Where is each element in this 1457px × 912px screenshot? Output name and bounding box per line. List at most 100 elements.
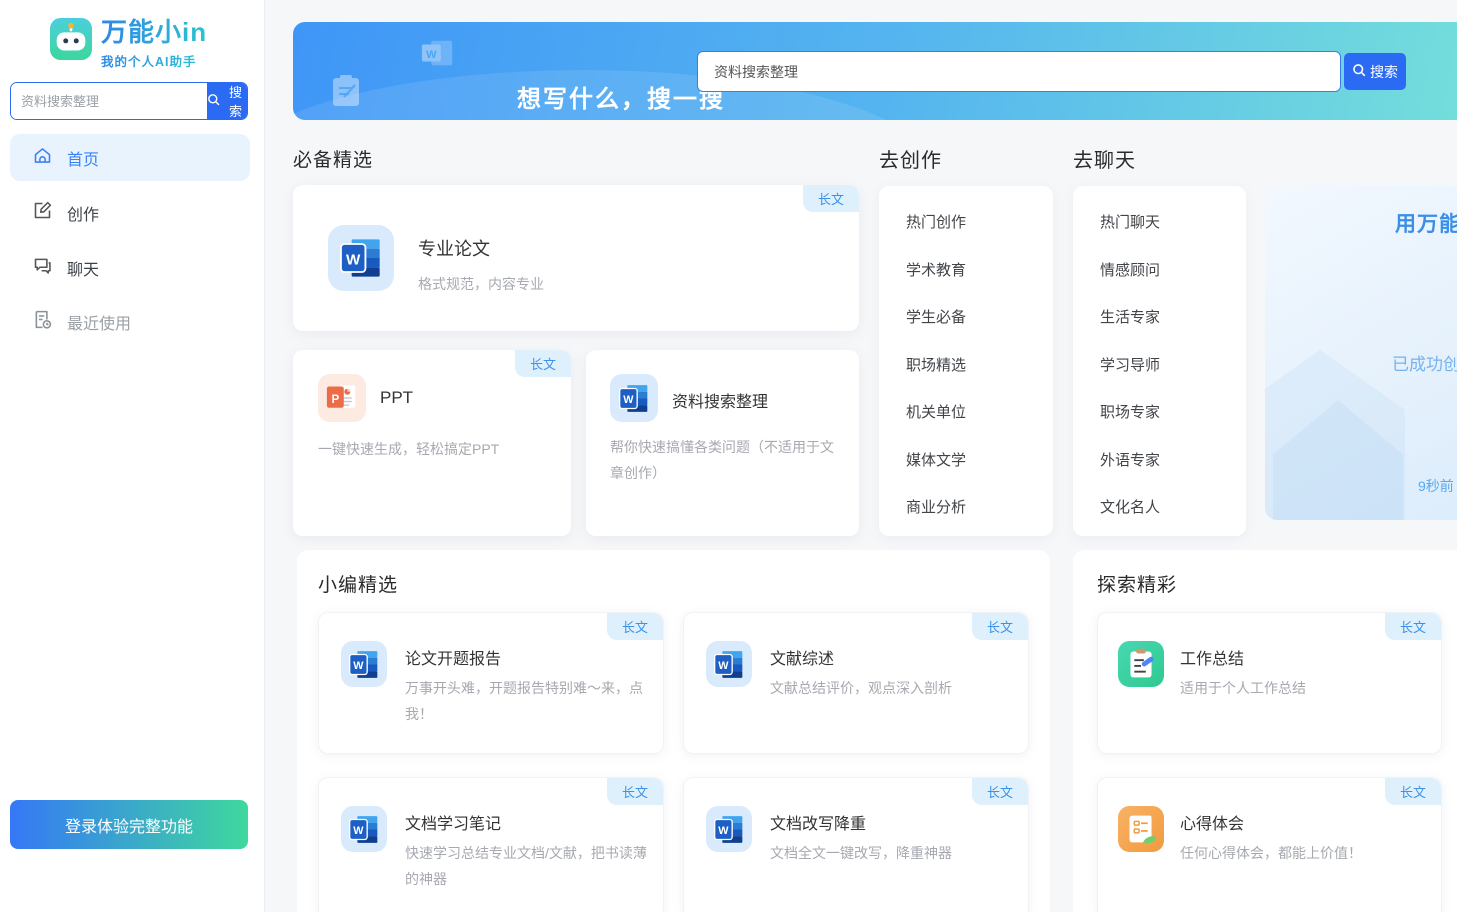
- card-work-summary[interactable]: 长文 工作总结 适用于个人工作总结: [1097, 612, 1442, 754]
- recent-doc-clock-icon: [32, 309, 53, 335]
- section-title-explore: 探索精彩: [1097, 570, 1177, 597]
- long-text-badge: 长文: [515, 350, 571, 377]
- svg-text:W: W: [353, 825, 364, 837]
- long-text-badge: 长文: [607, 613, 663, 640]
- word-icon: W: [706, 806, 752, 852]
- card-desc: 适用于个人工作总结: [1180, 675, 1424, 701]
- card-title: 工作总结: [1180, 645, 1244, 669]
- card-search-organize[interactable]: W 资料搜索整理 帮你快速搞懂各类问题（不适用于文章创作）: [586, 350, 859, 536]
- card-title: 资料搜索整理: [672, 388, 768, 412]
- chat-category[interactable]: 热门聊天: [1073, 198, 1246, 246]
- promo-status: 已成功创建: [1392, 350, 1457, 375]
- chat-category[interactable]: 文化名人: [1073, 483, 1246, 531]
- card-title: 文档改写降重: [770, 810, 866, 834]
- card-title: 文档学习笔记: [405, 810, 501, 834]
- scroll-leaf-icon: [1118, 806, 1164, 852]
- banner-search-input[interactable]: [697, 51, 1341, 92]
- editors-picks-panel: 小编精选 长文 W 论文开题报告 万事开头难，开题报告特别难～来，点我！ 长文 …: [297, 550, 1050, 912]
- create-category[interactable]: 热门创作: [879, 198, 1053, 246]
- login-button[interactable]: 登录体验完整功能: [10, 800, 248, 849]
- create-category[interactable]: 职场精选: [879, 341, 1053, 389]
- banner-search-button-label: 搜索: [1370, 62, 1398, 82]
- card-literature-review[interactable]: 长文 W 文献综述 文献总结评价，观点深入剖析: [683, 612, 1029, 754]
- long-text-badge: 长文: [972, 613, 1028, 640]
- app-logo[interactable]: 万能小in 我的个人AI助手: [50, 12, 207, 70]
- promo-time: 9秒前: [1418, 476, 1454, 496]
- create-category[interactable]: 学生必备: [879, 293, 1053, 341]
- card-title: 心得体会: [1180, 810, 1244, 834]
- explore-panel: 探索精彩 长文 工作总结 适用于个人工作总结 长文: [1073, 550, 1457, 912]
- chat-icon: [32, 255, 53, 281]
- sidebar-item-recent[interactable]: 最近使用: [10, 298, 250, 345]
- chat-category[interactable]: 情感顾问: [1073, 246, 1246, 294]
- card-professional-paper[interactable]: 长文 W 专业论文 格式规范，内容专业: [293, 185, 859, 331]
- card-doc-rewrite[interactable]: 长文 W 文档改写降重 文档全文一键改写，降重神器: [683, 777, 1029, 912]
- ppt-icon: P: [318, 374, 366, 422]
- section-title-essentials: 必备精选: [293, 145, 373, 172]
- card-desc: 帮你快速搞懂各类问题（不适用于文章创作）: [610, 434, 838, 486]
- card-desc: 一键快速生成，轻松搞定PPT: [318, 436, 548, 462]
- create-category[interactable]: 学术教育: [879, 246, 1053, 294]
- sidebar-search-input[interactable]: [11, 83, 207, 119]
- card-title: 专业论文: [418, 235, 490, 261]
- chat-category[interactable]: 学习导师: [1073, 341, 1246, 389]
- card-desc: 文档全文一键改写，降重神器: [770, 840, 1014, 866]
- sidebar-item-chat[interactable]: 聊天: [10, 244, 250, 291]
- create-category[interactable]: 媒体文学: [879, 436, 1053, 484]
- chat-category[interactable]: 外语专家: [1073, 436, 1246, 484]
- svg-text:W: W: [426, 49, 437, 61]
- section-title-chat: 去聊天: [1073, 144, 1136, 173]
- card-title: 论文开题报告: [405, 645, 501, 669]
- search-banner: W 想写什么，搜一搜 搜索: [293, 22, 1457, 120]
- app-title: 万能小in: [101, 12, 207, 49]
- long-text-badge: 长文: [1385, 613, 1441, 640]
- chat-category[interactable]: 职场专家: [1073, 388, 1246, 436]
- long-text-badge: 长文: [1385, 778, 1441, 805]
- chat-category[interactable]: 生活专家: [1073, 293, 1246, 341]
- long-text-badge: 长文: [607, 778, 663, 805]
- sidebar-item-create[interactable]: 创作: [10, 189, 250, 236]
- create-category[interactable]: 商业分析: [879, 483, 1053, 531]
- create-category[interactable]: 机关单位: [879, 388, 1053, 436]
- svg-text:W: W: [353, 660, 364, 672]
- banner-search-button[interactable]: 搜索: [1344, 53, 1406, 90]
- long-text-badge: 长文: [803, 185, 859, 212]
- robot-logo-icon: [50, 18, 92, 65]
- card-doc-study-notes[interactable]: 长文 W 文档学习笔记 快速学习总结专业文档/文献，把书读薄的神器: [318, 777, 664, 912]
- sidebar-item-chat-label: 聊天: [67, 256, 99, 280]
- sidebar-item-home[interactable]: 首页: [10, 134, 250, 181]
- word-icon: W: [610, 374, 658, 422]
- app-subtitle: 我的个人AI助手: [101, 51, 207, 70]
- home-icon: [32, 145, 53, 171]
- word-icon: W: [341, 641, 387, 687]
- sidebar-item-home-label: 首页: [67, 146, 99, 170]
- sidebar-search-button[interactable]: 搜索: [207, 83, 247, 119]
- word-doc-watermark-icon: W: [420, 38, 454, 75]
- card-thesis-proposal[interactable]: 长文 W 论文开题报告 万事开头难，开题报告特别难～来，点我！: [318, 612, 664, 754]
- sidebar-item-recent-label: 最近使用: [67, 310, 131, 334]
- svg-text:W: W: [623, 394, 634, 406]
- card-reflections[interactable]: 长文 心得体会 任何心得体会，都能上价值！: [1097, 777, 1442, 912]
- sidebar: 万能小in 我的个人AI助手 搜索 首页 创作: [0, 0, 265, 912]
- search-icon: [1352, 63, 1366, 80]
- word-icon: W: [328, 225, 394, 291]
- search-icon: [207, 93, 220, 109]
- section-title-create: 去创作: [879, 144, 942, 173]
- word-icon: W: [341, 806, 387, 852]
- long-text-badge: 长文: [972, 778, 1028, 805]
- card-ppt[interactable]: 长文 P PPT 一键快速生成，轻松搞定PPT: [293, 350, 571, 536]
- chat-category-panel: 热门聊天 情感顾问 生活专家 学习导师 职场专家 外语专家 文化名人: [1073, 186, 1246, 536]
- word-icon: W: [706, 641, 752, 687]
- clipboard-watermark-icon: [330, 74, 362, 113]
- section-title-editors: 小编精选: [318, 570, 398, 597]
- svg-text:W: W: [718, 825, 729, 837]
- promo-headline: 用万能小in: [1395, 208, 1457, 238]
- svg-text:W: W: [346, 251, 361, 268]
- card-title: 文献综述: [770, 645, 834, 669]
- card-desc: 格式规范，内容专业: [418, 271, 544, 297]
- svg-text:P: P: [331, 394, 339, 406]
- banner-title: 想写什么，搜一搜: [517, 79, 725, 114]
- promo-panel[interactable]: 用万能小in 已成功创建 9秒前: [1265, 186, 1457, 520]
- card-desc: 任何心得体会，都能上价值！: [1180, 840, 1424, 866]
- sidebar-item-create-label: 创作: [67, 201, 99, 225]
